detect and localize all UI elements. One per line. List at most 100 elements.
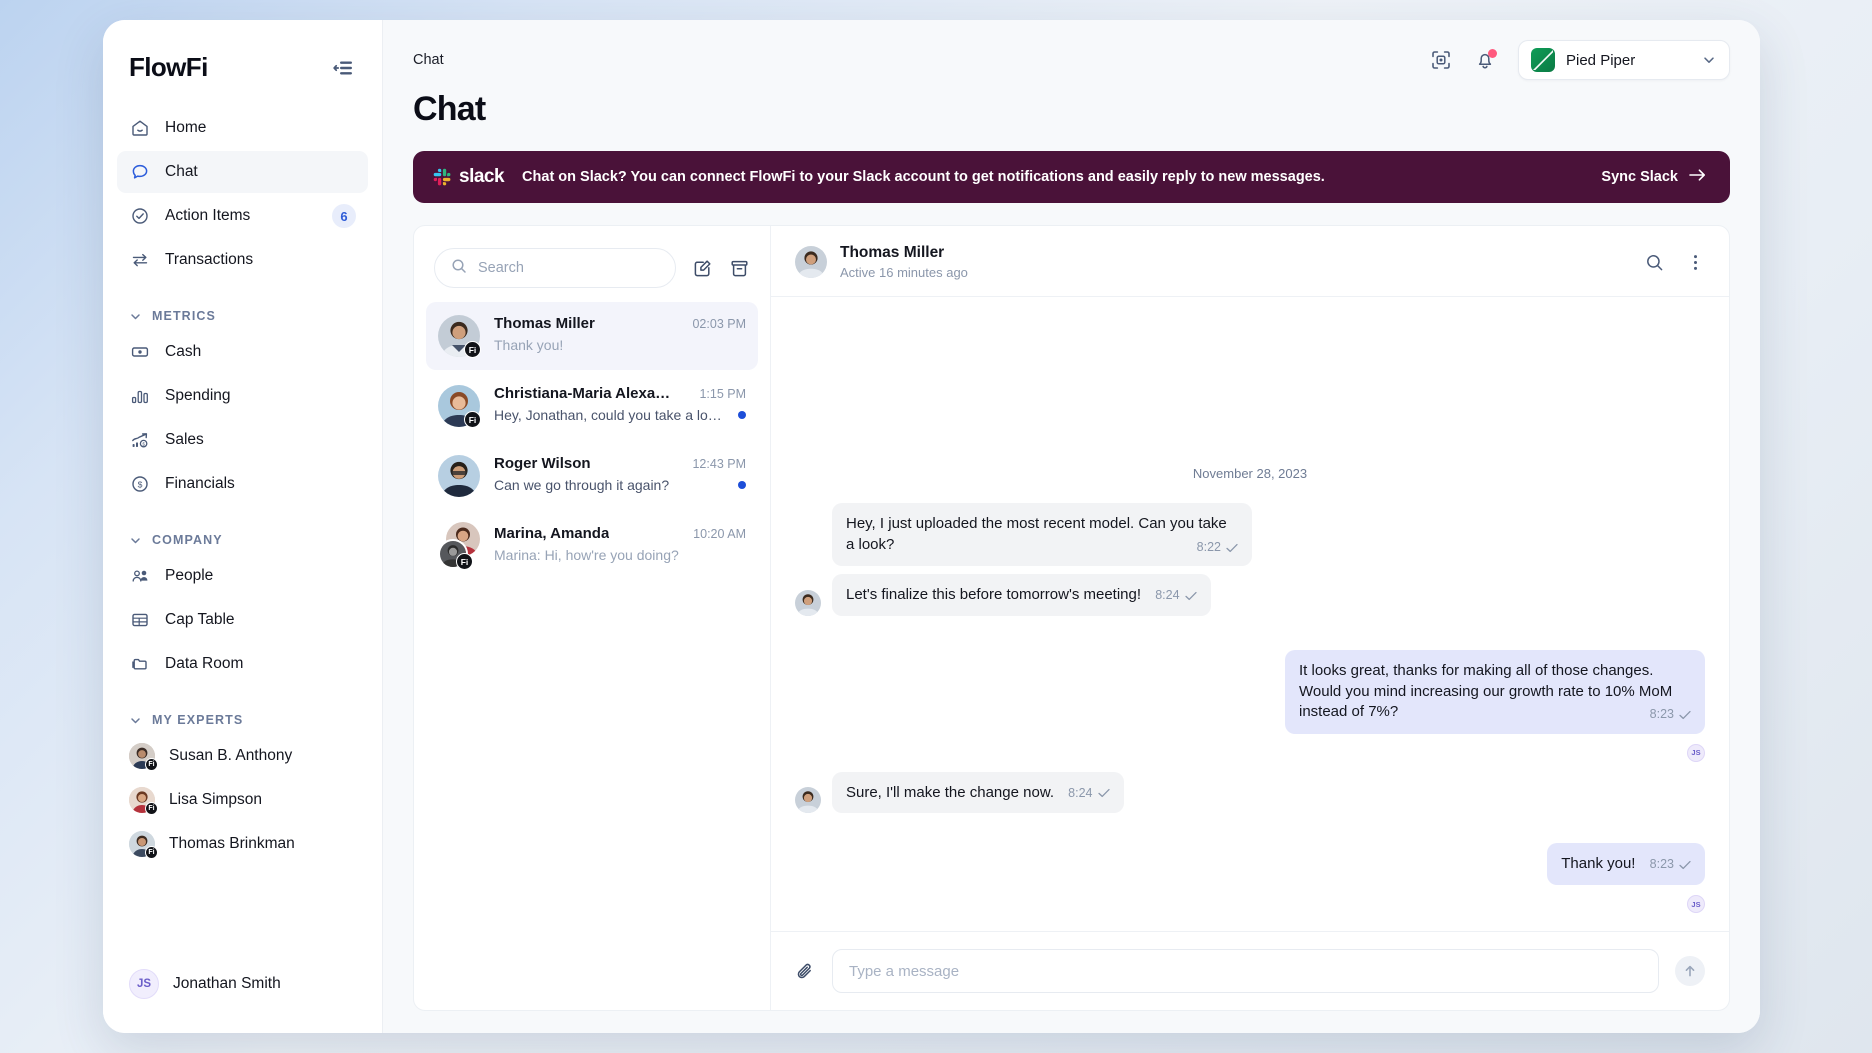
people-icon bbox=[129, 565, 151, 587]
sidebar-item-chat[interactable]: Chat bbox=[117, 151, 368, 193]
send-button[interactable] bbox=[1675, 956, 1705, 986]
sidebar-item-label: Data Room bbox=[165, 655, 243, 673]
svg-text:$: $ bbox=[142, 442, 145, 447]
sidebar-item-action-items[interactable]: Action Items 6 bbox=[117, 195, 368, 237]
search-icon[interactable] bbox=[1645, 253, 1664, 272]
seen-by-avatar: JS bbox=[1687, 744, 1705, 762]
section-title: MY EXPERTS bbox=[152, 713, 243, 727]
more-vertical-icon[interactable] bbox=[1686, 253, 1705, 272]
sidebar-expert-thomas-brinkman[interactable]: Fi Thomas Brinkman bbox=[117, 823, 368, 865]
sidebar-item-label: Action Items bbox=[165, 207, 250, 225]
list-item-body: Roger Wilson 12:43 PM Can we go through … bbox=[494, 455, 746, 493]
sidebar-item-cash[interactable]: Cash bbox=[117, 331, 368, 373]
sidebar-item-cap-table[interactable]: Cap Table bbox=[117, 599, 368, 641]
chat-panel: Fi Thomas Miller 02:03 PM Thank you! bbox=[413, 225, 1730, 1011]
thread-contact-status: Active 16 minutes ago bbox=[840, 265, 968, 280]
avatar: Fi bbox=[129, 787, 155, 813]
sidebar-expert-lisa-simpson[interactable]: Fi Lisa Simpson bbox=[117, 779, 368, 821]
flowfi-badge-icon: Fi bbox=[145, 758, 158, 771]
message-input[interactable] bbox=[849, 963, 1642, 980]
org-switcher[interactable]: Pied Piper bbox=[1518, 40, 1730, 80]
avatar bbox=[795, 246, 827, 278]
conversation-time: 1:15 PM bbox=[691, 387, 746, 401]
unread-indicator bbox=[738, 411, 746, 419]
message-time: 8:22 bbox=[1197, 539, 1221, 556]
paperclip-icon[interactable] bbox=[795, 961, 816, 982]
section-header-company[interactable]: COMPANY bbox=[103, 533, 382, 547]
message-row: Thank you! 8:23 bbox=[795, 843, 1705, 885]
compose-pencil-icon[interactable] bbox=[692, 258, 713, 279]
list-item-body: Thomas Miller 02:03 PM Thank you! bbox=[494, 315, 746, 353]
sync-slack-button[interactable]: Sync Slack bbox=[1601, 168, 1706, 186]
sidebar-item-label: Cap Table bbox=[165, 611, 235, 629]
conversation-list-column: Fi Thomas Miller 02:03 PM Thank you! bbox=[414, 226, 771, 1010]
avatar bbox=[795, 787, 821, 813]
flowfi-badge-icon: Fi bbox=[464, 341, 481, 358]
section-title: COMPANY bbox=[152, 533, 223, 547]
conversation-name: Marina, Amanda bbox=[494, 525, 609, 542]
thread-identity: Thomas Miller Active 16 minutes ago bbox=[840, 244, 968, 280]
bell-notification-icon[interactable] bbox=[1474, 49, 1496, 71]
conversation-list[interactable]: Fi Thomas Miller 02:03 PM Thank you! bbox=[414, 302, 770, 1010]
message-row: Sure, I'll make the change now. 8:24 bbox=[795, 772, 1705, 814]
company-nav: People Cap Table Data Ro bbox=[103, 555, 382, 687]
message-row: Hey, I just uploaded the most recent mod… bbox=[795, 503, 1705, 566]
message-meta: 8:24 bbox=[1155, 587, 1196, 604]
sidebar-user-profile[interactable]: JS Jonathan Smith bbox=[103, 969, 382, 1033]
message-composer bbox=[771, 931, 1729, 1010]
list-item[interactable]: Fi Marina, Amanda 10:20 AM Marina: Hi, h… bbox=[426, 512, 758, 580]
archive-box-icon[interactable] bbox=[729, 258, 750, 279]
list-item[interactable]: Fi Christiana-Maria Alexa… 1:15 PM Hey, … bbox=[426, 372, 758, 440]
sidebar-item-sales[interactable]: $ Sales bbox=[117, 419, 368, 461]
message-bubble[interactable]: Sure, I'll make the change now. 8:24 bbox=[832, 772, 1124, 814]
message-text: Sure, I'll make the change now. bbox=[846, 784, 1054, 801]
search-icon bbox=[451, 258, 467, 279]
chat-bubble-icon bbox=[129, 161, 151, 183]
expert-name: Susan B. Anthony bbox=[169, 747, 292, 765]
avatar: Fi bbox=[438, 385, 480, 427]
expert-name: Lisa Simpson bbox=[169, 791, 262, 809]
sidebar-item-label: Chat bbox=[165, 163, 198, 181]
search-input[interactable] bbox=[478, 260, 659, 276]
scan-frame-icon[interactable] bbox=[1430, 49, 1452, 71]
avatar: Fi bbox=[129, 743, 155, 769]
message-bubble[interactable]: Thank you! 8:23 bbox=[1547, 843, 1705, 885]
list-item[interactable]: Fi Thomas Miller 02:03 PM Thank you! bbox=[426, 302, 758, 370]
bar-chart-icon bbox=[129, 385, 151, 407]
list-item[interactable]: Roger Wilson 12:43 PM Can we go through … bbox=[426, 442, 758, 510]
section-header-metrics[interactable]: METRICS bbox=[103, 309, 382, 323]
message-text: Hey, I just uploaded the most recent mod… bbox=[846, 515, 1227, 553]
banknote-icon bbox=[129, 341, 151, 363]
experts-list: Fi Susan B. Anthony Fi Lisa Simpson bbox=[103, 735, 382, 867]
thread-actions bbox=[1645, 253, 1705, 272]
section-header-my-experts[interactable]: MY EXPERTS bbox=[103, 713, 382, 727]
thread-top-spacer bbox=[795, 319, 1705, 460]
home-icon bbox=[129, 117, 151, 139]
sidebar-expert-susan-b-anthony[interactable]: Fi Susan B. Anthony bbox=[117, 735, 368, 777]
chevron-down-icon bbox=[129, 714, 142, 727]
app-logo: FlowFi bbox=[129, 52, 208, 83]
message-bubble[interactable]: Let's finalize this before tomorrow's me… bbox=[832, 574, 1211, 616]
sidebar-item-people[interactable]: People bbox=[117, 555, 368, 597]
message-bubble[interactable]: Hey, I just uploaded the most recent mod… bbox=[832, 503, 1252, 566]
arrow-right-icon bbox=[1689, 168, 1706, 186]
sidebar-item-financials[interactable]: $ Financials bbox=[117, 463, 368, 505]
sidebar-item-home[interactable]: Home bbox=[117, 107, 368, 149]
message-list[interactable]: November 28, 2023 Hey, I just uploaded t… bbox=[771, 297, 1729, 931]
sidebar-item-data-room[interactable]: Data Room bbox=[117, 643, 368, 685]
sidebar-item-spending[interactable]: Spending bbox=[117, 375, 368, 417]
sidebar-item-label: Financials bbox=[165, 475, 235, 493]
sidebar: FlowFi Home bbox=[103, 20, 383, 1033]
sidebar-item-transactions[interactable]: Transactions bbox=[117, 239, 368, 281]
message-input-wrapper[interactable] bbox=[832, 949, 1659, 993]
search-box[interactable] bbox=[434, 248, 676, 288]
table-icon bbox=[129, 609, 151, 631]
read-receipt-icon bbox=[1679, 710, 1691, 720]
avatar bbox=[795, 590, 821, 616]
metrics-nav: Cash Spending bbox=[103, 331, 382, 507]
message-text: Thank you! bbox=[1561, 855, 1635, 872]
sidebar-item-label: Spending bbox=[165, 387, 231, 405]
message-bubble[interactable]: It looks great, thanks for making all of… bbox=[1285, 650, 1705, 734]
slack-connect-banner: slack Chat on Slack? You can connect Flo… bbox=[413, 151, 1730, 203]
sidebar-collapse-icon[interactable] bbox=[330, 55, 356, 81]
